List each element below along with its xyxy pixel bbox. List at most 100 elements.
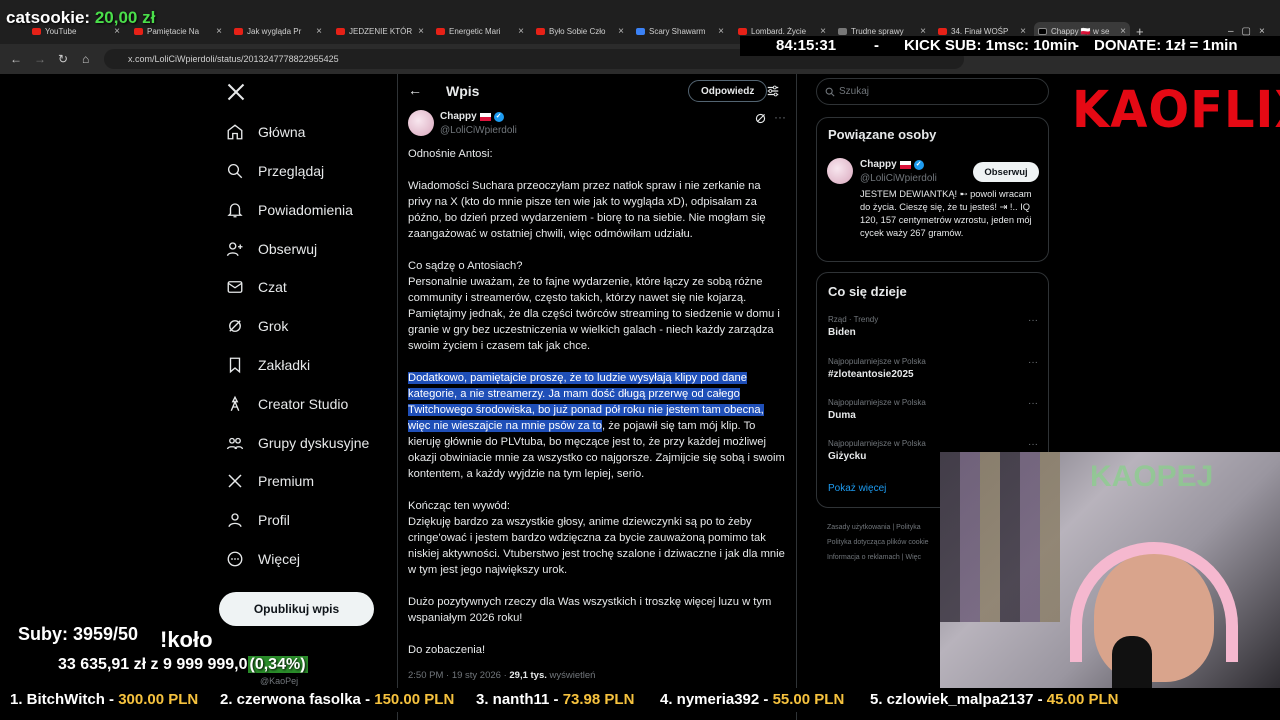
sidebar-item-label: Czat xyxy=(258,279,287,295)
youtube-icon xyxy=(336,27,345,35)
close-icon[interactable]: × xyxy=(418,26,424,37)
sidebar-item-grupy-dyskusyjne[interactable]: Grupy dyskusyjne xyxy=(226,429,369,457)
related-title: Powiązane osoby xyxy=(828,127,937,142)
account-handle[interactable]: @KaoPej xyxy=(260,676,298,686)
donor-amount: 45.00 PLN xyxy=(1046,691,1119,708)
forward-icon[interactable]: → xyxy=(34,52,46,66)
post-paragraph: Kończąc ten wywód: Dziękuję bardzo za ws… xyxy=(408,500,785,576)
donor-rank: 5. czlowiek_malpa2137 - xyxy=(870,691,1047,708)
more-options-icon[interactable]: ··· xyxy=(1028,315,1038,326)
sidebar-item-label: Obserwuj xyxy=(258,241,318,257)
related-handle[interactable]: @LoliCiWpierdoli xyxy=(860,173,937,184)
reload-icon[interactable]: ↻ xyxy=(58,52,68,66)
poster-wall xyxy=(940,452,1060,622)
author-name[interactable]: Chappy ✓ xyxy=(440,111,504,122)
tab-scary-shawarma[interactable]: Scary Shawarm × xyxy=(636,22,728,40)
reply-button[interactable]: Odpowiedz xyxy=(688,80,768,102)
author-name-text: Chappy xyxy=(440,111,477,122)
tab-jak-wyglada[interactable]: Jak wygląda Pr × xyxy=(234,22,326,40)
sidebar-item-label: Grupy dyskusyjne xyxy=(258,435,370,451)
publish-post-button[interactable]: Opublikuj wpis xyxy=(219,592,374,626)
more-options-icon[interactable]: ··· xyxy=(1028,398,1038,409)
close-icon[interactable]: × xyxy=(1120,26,1126,37)
stream-info-bar: 84:15:31 - KICK SUB: 1msc: 10min - DONAT… xyxy=(740,36,1280,56)
sidebar-item-powiadomienia[interactable]: Powiadomienia xyxy=(226,196,353,224)
trend-category: Rząd · Trendy xyxy=(828,315,879,324)
tab-jedzenie[interactable]: JEDZENIE KTÓR × xyxy=(336,22,428,40)
close-icon[interactable]: × xyxy=(518,26,524,37)
sidebar-item-label: Premium xyxy=(258,473,315,489)
more-options-icon[interactable]: ··· xyxy=(774,110,786,124)
sidebar-item-główna[interactable]: Główna xyxy=(226,118,305,146)
back-icon[interactable]: ← xyxy=(10,52,22,66)
footer-link[interactable]: Zasady użytkowania | Polityka xyxy=(827,520,942,535)
post-column: ← Wpis Odpowiedz Chappy ✓ @LoliCiWpierdol… xyxy=(397,74,797,720)
more-options-icon[interactable]: ··· xyxy=(1028,357,1038,368)
profile-icon xyxy=(228,513,242,528)
verified-badge-icon: ✓ xyxy=(493,111,504,122)
youtube-icon xyxy=(234,27,243,35)
home-icon[interactable]: ⌂ xyxy=(82,52,89,66)
grok-icon[interactable] xyxy=(754,112,767,125)
youtube-icon xyxy=(436,27,445,35)
close-icon[interactable]: × xyxy=(1020,26,1026,37)
bell-icon xyxy=(227,203,243,218)
donor-amount: 73.98 PLN xyxy=(562,691,635,708)
post-body: Odnośnie Antosi: Wiadomości Suchara prze… xyxy=(408,146,786,674)
sidebar-item-premium[interactable]: Premium xyxy=(226,467,314,495)
sidebar-item-grok[interactable]: Grok xyxy=(226,312,288,340)
sidebar-item-zakładki[interactable]: Zakładki xyxy=(226,351,310,379)
close-icon[interactable]: × xyxy=(820,26,826,37)
trend-item[interactable]: Rząd · Trendy Biden ··· xyxy=(828,315,1038,338)
post-paragraph: Dużo pozytywnych rzeczy dla Was wszystki… xyxy=(408,596,772,624)
sidebar-item-profil[interactable]: Profil xyxy=(226,506,290,534)
more-options-icon[interactable]: ··· xyxy=(1028,439,1038,450)
follow-button[interactable]: Obserwuj xyxy=(973,162,1039,182)
sidebar-item-czat[interactable]: Czat xyxy=(226,273,287,301)
donation-goal: 33 635,91 zł z 9 999 999,0 (0,34%) xyxy=(58,656,308,674)
page-icon xyxy=(838,27,847,35)
sidebar-item-label: Zakładki xyxy=(258,357,311,373)
trend-item[interactable]: Najpopularniejsze w Polska Duma ··· xyxy=(828,398,1038,421)
sidebar-item-przeglądaj[interactable]: Przeglądaj xyxy=(226,157,324,185)
tab-label: Trudne sprawy xyxy=(851,26,904,36)
avatar[interactable] xyxy=(827,158,853,184)
back-arrow-icon[interactable]: ← xyxy=(408,82,422,98)
close-icon[interactable]: × xyxy=(316,26,322,37)
related-name[interactable]: Chappy ✓ xyxy=(860,159,924,170)
sidebar-item-label: Profil xyxy=(258,512,290,528)
creator-icon xyxy=(230,395,240,412)
close-icon[interactable]: × xyxy=(920,26,926,37)
footer-link[interactable]: Informacja o reklamach | Więc xyxy=(827,550,942,565)
filter-settings-icon[interactable] xyxy=(766,84,780,98)
trend-name: Duma xyxy=(828,410,856,421)
sidebar-item-więcej[interactable]: Więcej xyxy=(226,545,300,573)
footer-links: Zasady użytkowania | Polityka Polityka d… xyxy=(827,520,942,565)
post-timestamp[interactable]: 2:50 PM · 19 sty 2026 · xyxy=(408,670,509,681)
search-input[interactable]: Szukaj xyxy=(816,78,1049,105)
tab-label: Chappy 🇵🇱 w se xyxy=(1051,26,1110,36)
avatar[interactable] xyxy=(408,110,434,136)
ticker-item: 4. nymeria392 - 55.00 PLN xyxy=(660,691,844,708)
trend-item[interactable]: Najpopularniejsze w Polska #zloteantosie2… xyxy=(828,357,1038,380)
tab-bylo-sobie[interactable]: Było Sobie Czło × xyxy=(536,22,628,40)
author-handle[interactable]: @LoliCiWpierdoli xyxy=(440,125,517,136)
sidebar-item-creator-studio[interactable]: Creator Studio xyxy=(226,390,348,418)
youtube-icon xyxy=(738,27,747,35)
x-logo-icon[interactable] xyxy=(226,82,246,102)
search-icon xyxy=(227,163,243,179)
donor-rank: 3. nanth11 - xyxy=(476,691,563,708)
grok-icon xyxy=(229,320,241,332)
search-placeholder: Szukaj xyxy=(839,86,870,97)
close-icon[interactable]: × xyxy=(718,26,724,37)
close-icon[interactable]: × xyxy=(618,26,624,37)
show-more-link[interactable]: Pokaż więcej xyxy=(828,483,886,494)
post-paragraph: Co sądzę o Antosiach? Personalnie uważam… xyxy=(408,260,780,352)
goal-percent: (0,34%) xyxy=(247,656,308,673)
tab-energetic[interactable]: Energetic Mari × xyxy=(436,22,528,40)
close-icon[interactable]: × xyxy=(216,26,222,37)
ticker-item: 5. czlowiek_malpa2137 - 45.00 PLN xyxy=(870,691,1118,708)
donor-amount: 300.00 PLN xyxy=(118,691,199,708)
footer-link[interactable]: Polityka dotycząca plików cookie xyxy=(827,535,942,550)
sidebar-item-obserwuj[interactable]: Obserwuj xyxy=(226,235,317,263)
